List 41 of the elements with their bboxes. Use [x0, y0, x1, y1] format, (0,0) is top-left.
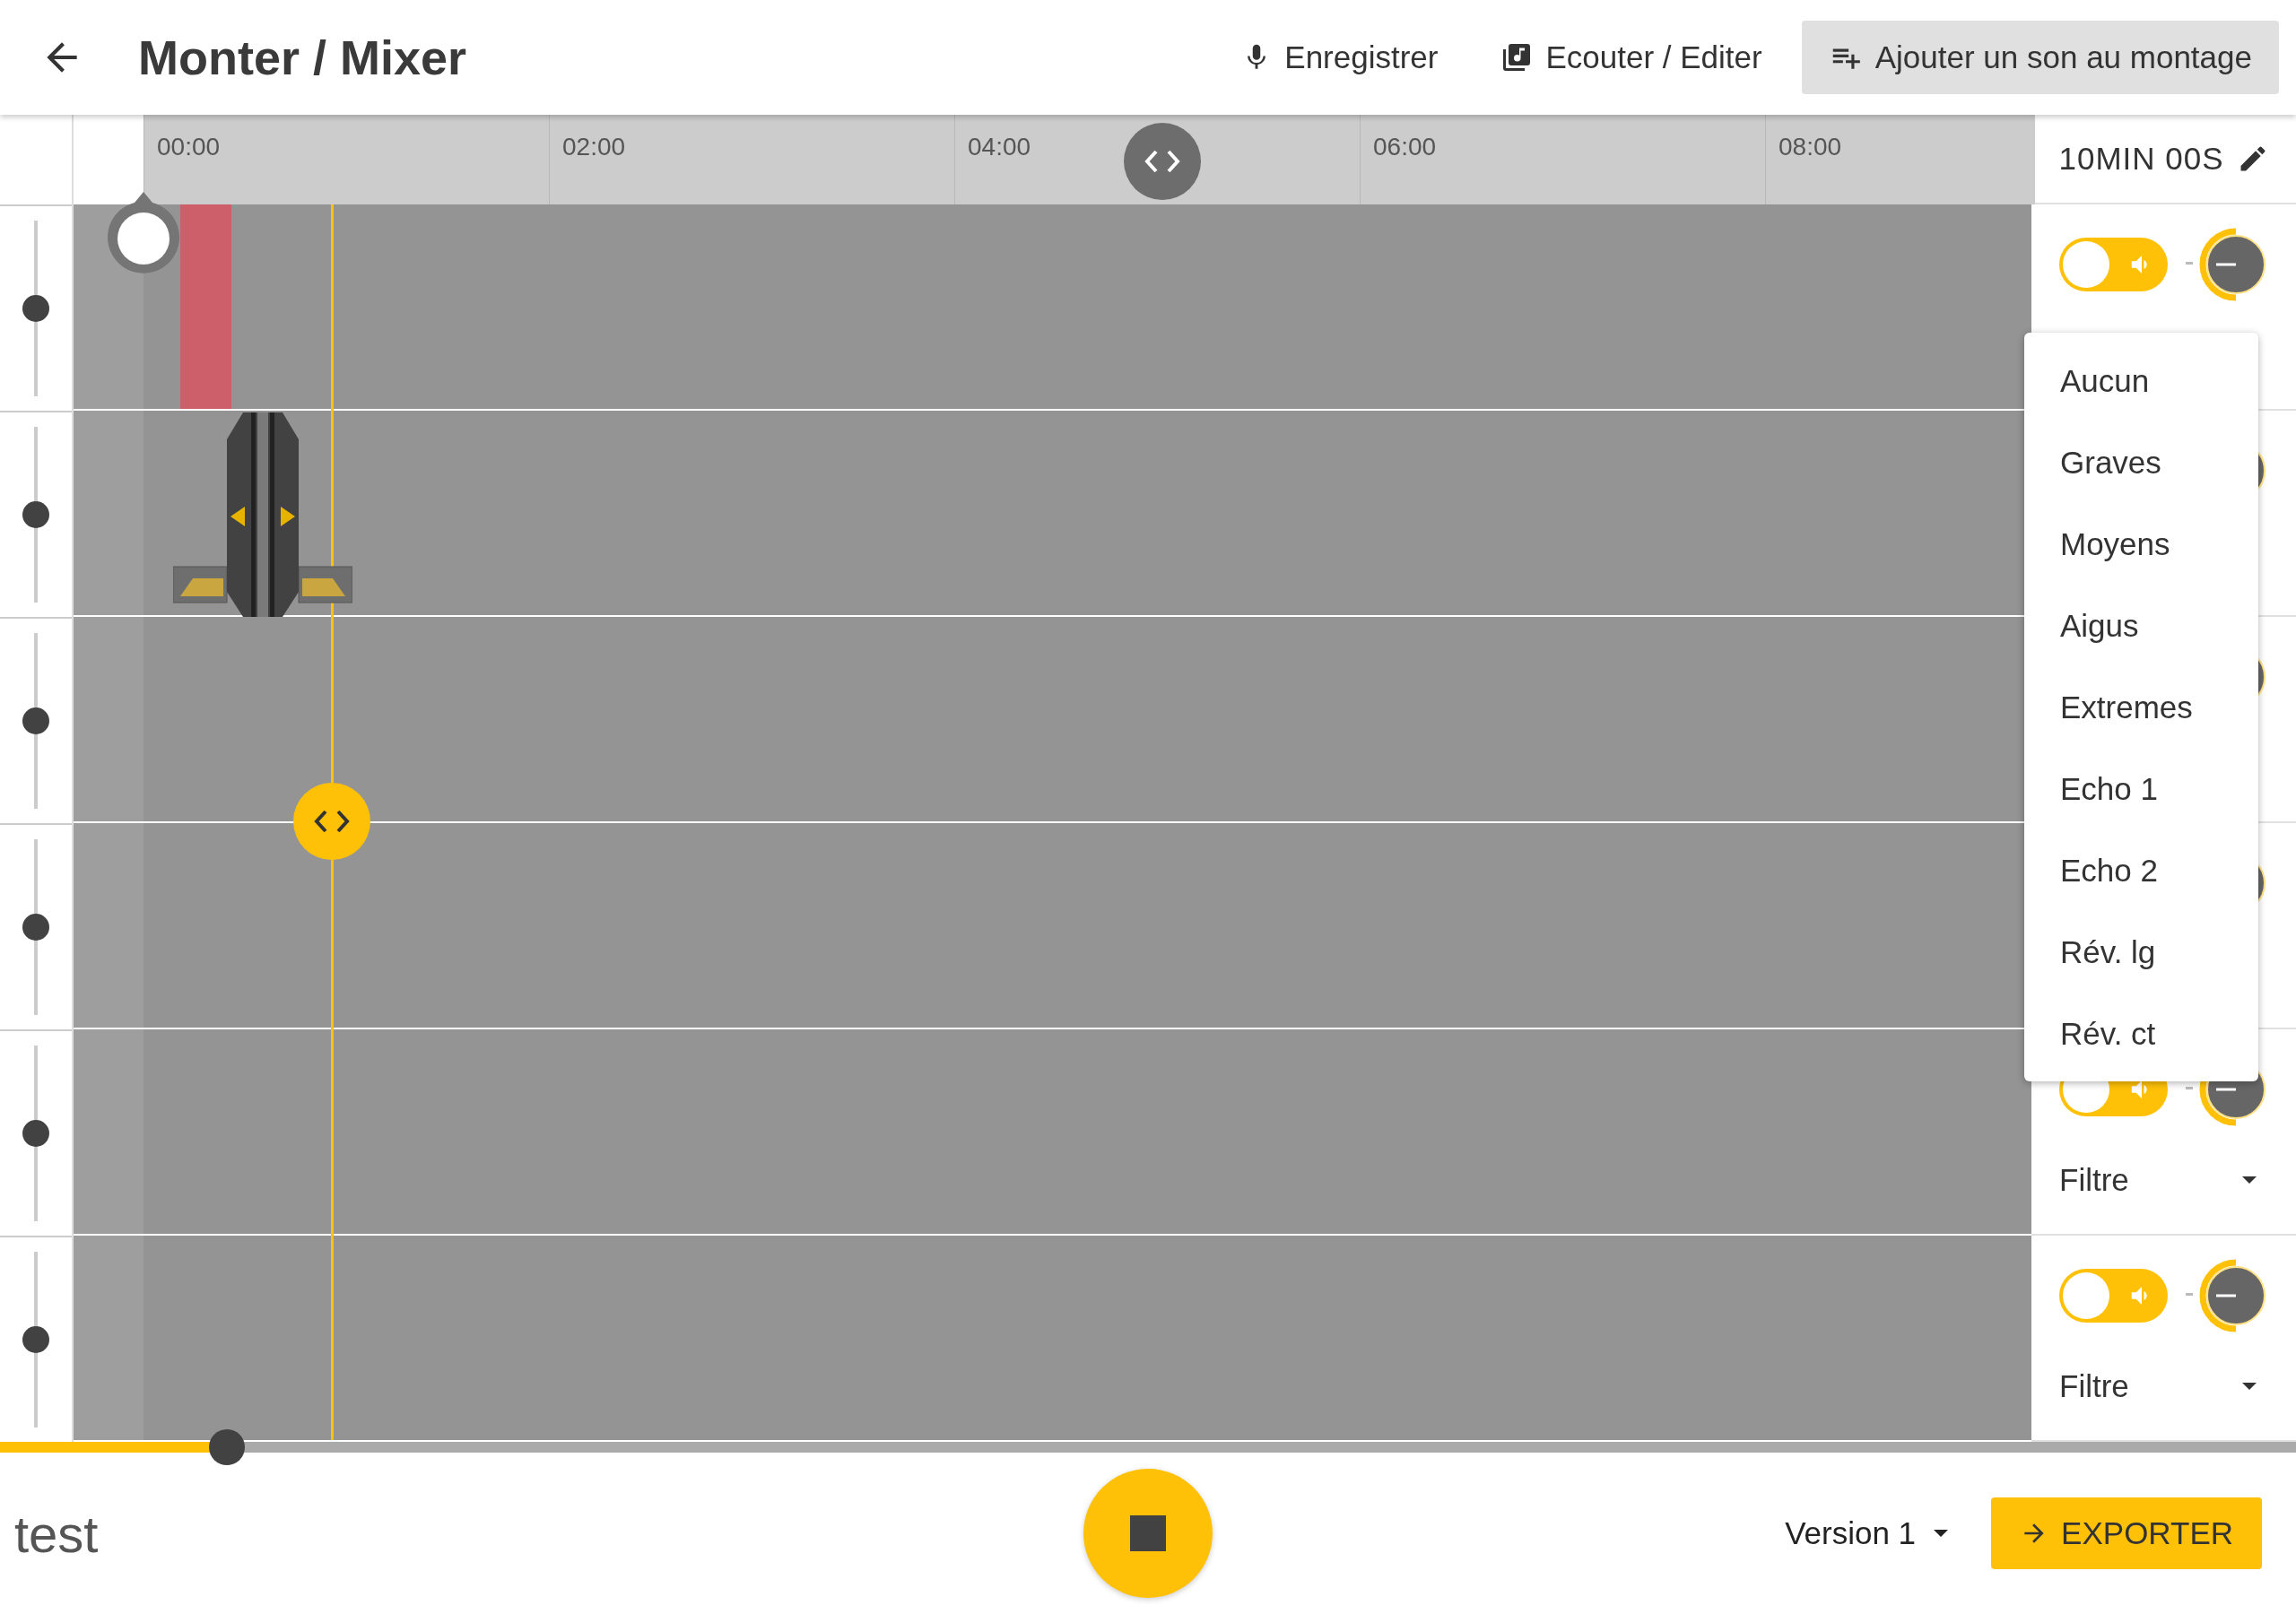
slider-thumb[interactable]	[22, 295, 49, 322]
time-label: 08:00	[1779, 133, 1842, 161]
menu-item[interactable]: Aucun	[2024, 340, 2258, 421]
filter-dropdown[interactable]: Filtre	[2059, 1162, 2257, 1198]
mute-toggle[interactable]	[2059, 238, 2168, 291]
time-label: 00:00	[157, 133, 221, 161]
caret-icon	[2242, 1176, 2257, 1184]
add-sound-button[interactable]: Ajouter un son au montage	[1801, 21, 2279, 94]
audio-clip-drawing[interactable]	[173, 412, 352, 617]
export-button[interactable]: EXPORTER	[1991, 1497, 2262, 1569]
menu-item[interactable]: Echo 2	[2024, 829, 2258, 911]
menu-item[interactable]: Moyens	[2024, 503, 2258, 585]
playhead-handle[interactable]	[293, 783, 370, 860]
menu-item[interactable]: Rév. ct	[2024, 993, 2258, 1074]
page-title: Monter / Mixer	[138, 30, 467, 85]
menu-item[interactable]: Echo 1	[2024, 748, 2258, 829]
menu-item[interactable]: Graves	[2024, 421, 2258, 503]
menu-item[interactable]: Extremes	[2024, 666, 2258, 748]
slider-thumb[interactable]	[22, 707, 49, 734]
slider-thumb[interactable]	[22, 914, 49, 941]
caret-icon	[2242, 1383, 2257, 1390]
scroll-handle[interactable]	[1124, 123, 1201, 200]
start-marker-icon[interactable]	[105, 192, 182, 276]
record-button[interactable]: Enregistrer	[1218, 21, 1462, 94]
project-name: test	[13, 1503, 100, 1564]
time-label: 06:00	[1373, 133, 1437, 161]
menu-item[interactable]: Rév. lg	[2024, 911, 2258, 993]
caret-icon	[1934, 1530, 1949, 1537]
mute-toggle[interactable]	[2059, 1269, 2168, 1323]
slider-thumb[interactable]	[22, 501, 49, 528]
time-label: 04:00	[968, 133, 1031, 161]
slider-thumb[interactable]	[22, 1326, 49, 1353]
menu-item[interactable]: Aigus	[2024, 585, 2258, 666]
listen-edit-button[interactable]: Ecouter / Editer	[1477, 21, 1786, 94]
slider-thumb[interactable]	[22, 1120, 49, 1147]
progress-thumb[interactable]	[209, 1429, 246, 1465]
duration-label: 10MIN 00S	[2058, 141, 2224, 177]
filter-dropdown[interactable]: Filtre	[2059, 1368, 2257, 1404]
stop-icon	[1130, 1515, 1166, 1551]
version-dropdown[interactable]: Version 1	[1785, 1515, 1949, 1551]
time-label: 02:00	[562, 133, 626, 161]
